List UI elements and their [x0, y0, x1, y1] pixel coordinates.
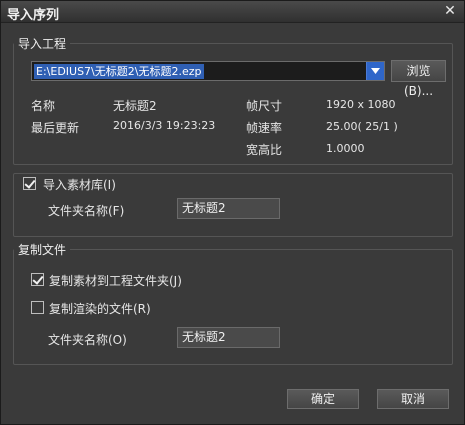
cancel-button[interactable]: 取消 [377, 389, 449, 409]
project-path-combobox[interactable]: E:\EDIUS7\无标题2\无标题2.ezp [31, 61, 385, 81]
bin-folder-input[interactable]: 无标题2 [177, 198, 280, 219]
copy-files-label: 复制文件 [18, 243, 67, 257]
updated-label: 最后更新 [31, 121, 80, 135]
copy-folder-label: 文件夹名称(O) [48, 333, 127, 347]
copy-clips-label: 复制素材到工程文件夹(J) [49, 274, 182, 288]
ok-button[interactable]: 确定 [287, 389, 359, 409]
bin-folder-label: 文件夹名称(F) [48, 204, 125, 218]
import-bin-checkbox[interactable] [23, 177, 36, 190]
copy-clips-checkbox[interactable] [31, 273, 44, 286]
import-bin-checkbox-row[interactable]: 导入素材库(I) [21, 176, 120, 192]
frame-rate-value: 25.00( 25/1 ) [326, 120, 398, 133]
copy-folder-input[interactable]: 无标题2 [177, 327, 280, 348]
project-path-value: E:\EDIUS7\无标题2\无标题2.ezp [34, 64, 204, 79]
copy-rendered-checkbox[interactable] [31, 301, 44, 314]
import-project-label: 导入工程 [18, 37, 67, 51]
name-value: 无标题2 [113, 99, 157, 113]
title-bar[interactable]: 导入序列 ✕ [1, 1, 464, 23]
close-icon[interactable]: ✕ [442, 3, 458, 19]
import-bin-label: 导入素材库(I) [43, 178, 116, 192]
aspect-label: 宽高比 [246, 143, 283, 157]
updated-value: 2016/3/3 19:23:23 [113, 119, 216, 132]
copy-rendered-label: 复制渲染的文件(R) [49, 302, 151, 316]
chevron-down-icon[interactable] [366, 62, 384, 80]
dialog-title: 导入序列 [7, 8, 60, 23]
name-label: 名称 [31, 99, 56, 113]
frame-size-label: 帧尺寸 [246, 99, 283, 113]
frame-rate-label: 帧速率 [246, 121, 283, 135]
frame-size-value: 1920 x 1080 [326, 98, 396, 111]
aspect-value: 1.0000 [326, 142, 365, 155]
browse-button[interactable]: 浏览(B)... [391, 60, 446, 98]
import-sequence-dialog: 导入序列 ✕ 导入工程 E:\EDIUS7\无标题2\无标题2.ezp 浏览(B… [0, 0, 465, 425]
